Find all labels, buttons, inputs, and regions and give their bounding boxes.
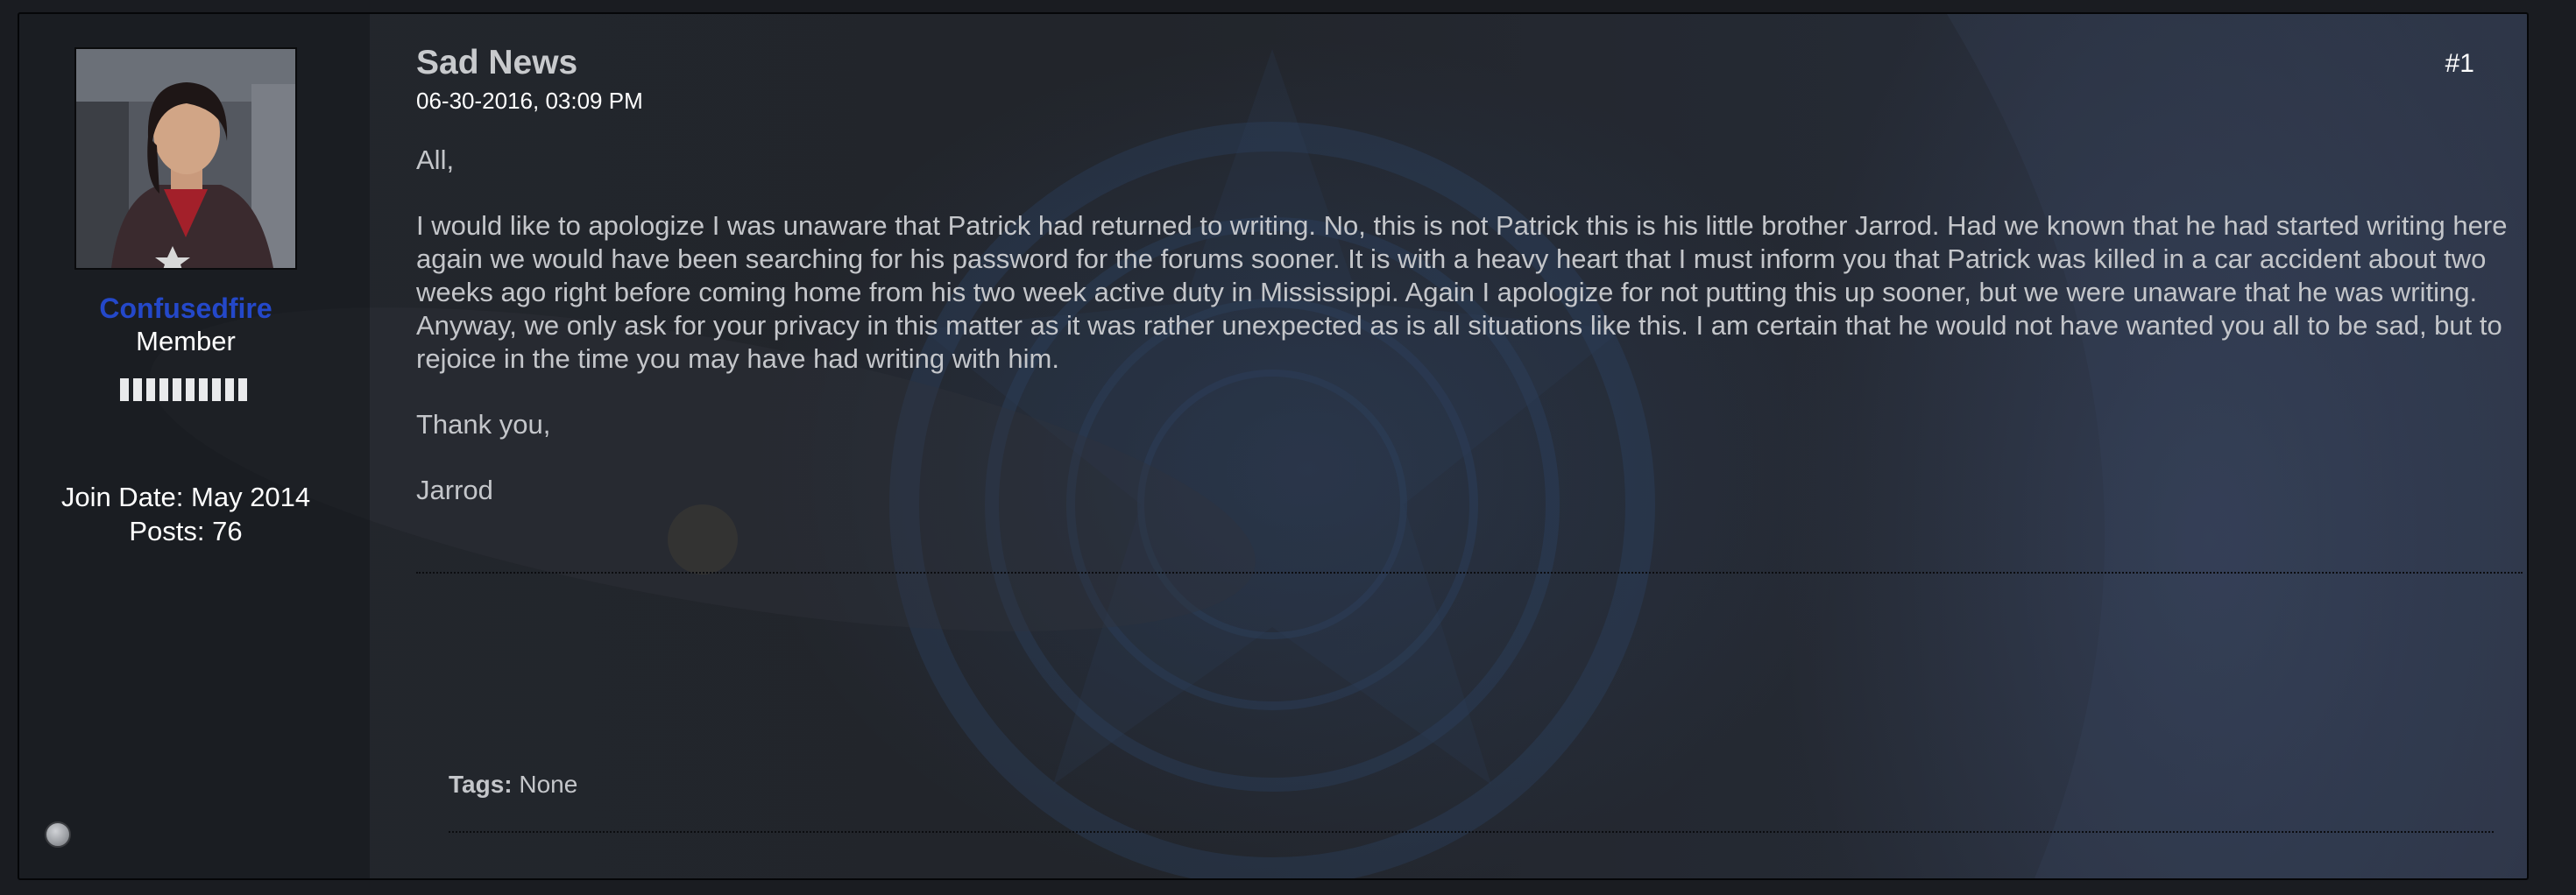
post-body: All, I would like to apologize I was una… — [416, 144, 2527, 539]
reputation-segment — [186, 378, 195, 401]
reputation-segment — [212, 378, 221, 401]
post-paragraph: I would like to apologize I was unaware … — [416, 210, 2508, 374]
username[interactable]: Confusedfire — [19, 292, 352, 325]
join-date: Join Date: May 2014 — [60, 482, 311, 512]
post-paragraph: Jarrod — [416, 475, 493, 505]
reputation-bar — [120, 378, 247, 401]
reputation-segment — [173, 378, 181, 401]
reputation-segment — [159, 378, 168, 401]
reputation-segment — [120, 378, 129, 401]
post-number-link[interactable]: #1 — [2445, 49, 2474, 79]
online-status-icon[interactable] — [45, 821, 71, 848]
reputation-segment — [133, 378, 142, 401]
reputation-segment — [225, 378, 234, 401]
user-title: Member — [136, 326, 236, 356]
forum-post: Confusedfire Member Join Date: May 2014 … — [18, 12, 2529, 880]
post-paragraph: Thank you, — [416, 409, 551, 440]
tags-label: Tags: — [449, 771, 513, 798]
post-paragraph: All, — [416, 144, 455, 175]
post-tags: Tags: None — [449, 771, 577, 799]
reputation-segment — [146, 378, 155, 401]
reputation-segment — [238, 378, 247, 401]
tags-value: None — [519, 771, 578, 798]
avatar[interactable] — [74, 47, 297, 270]
reputation-segment — [199, 378, 208, 401]
post-date: 06-30-2016, 03:09 PM — [416, 88, 643, 114]
post-count: Posts: 76 — [129, 516, 243, 546]
post-divider — [416, 572, 2523, 574]
tags-divider — [449, 831, 2494, 833]
post-title: Sad News — [416, 44, 578, 81]
